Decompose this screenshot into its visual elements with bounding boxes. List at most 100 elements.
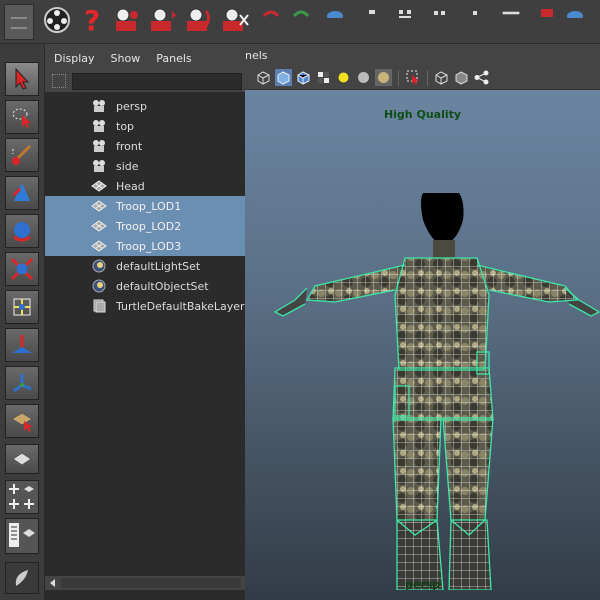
move-tool-button[interactable] <box>5 176 39 210</box>
key-icon[interactable] <box>364 8 382 18</box>
animation-move-icon[interactable] <box>146 4 180 36</box>
timeline-icon[interactable] <box>502 8 520 18</box>
outliner-item-turtle-bake-layer[interactable]: TurtleDefaultBakeLayer <box>45 296 245 316</box>
rotate-icon <box>13 222 31 242</box>
key-multi-icon[interactable] <box>398 8 416 18</box>
record-icon[interactable] <box>538 8 556 18</box>
outliner-item-default-light-set[interactable]: defaultLightSet <box>45 256 245 276</box>
manipulator-icon <box>13 298 31 316</box>
toolbar-separator <box>398 70 399 86</box>
animation-tool-icon[interactable] <box>110 4 144 36</box>
xray-cube-icon[interactable] <box>433 69 450 86</box>
camera-icon <box>91 159 107 173</box>
mesh-icon <box>91 199 107 213</box>
outliner-menubar: Display Show Panels <box>45 44 245 72</box>
outliner-item-label: Troop_LOD3 <box>116 239 182 253</box>
outliner-item-label: TurtleDefaultBakeLayer <box>116 299 245 313</box>
high-quality-icon[interactable] <box>375 69 392 86</box>
shelf-menu-handle[interactable] <box>4 4 34 40</box>
playblast-icon[interactable] <box>40 4 74 36</box>
set-icon <box>91 259 107 273</box>
outliner-item-label: Troop_LOD1 <box>116 199 182 213</box>
toolbox <box>0 44 45 600</box>
character-model[interactable] <box>245 90 600 590</box>
menu-display[interactable]: Display <box>54 52 95 65</box>
last-tool-icon <box>11 412 33 432</box>
rotate-tool-button[interactable] <box>5 214 39 248</box>
key-single-icon[interactable] <box>466 8 484 18</box>
select-arrow-icon <box>15 67 30 90</box>
outliner-item-label: Troop_LOD2 <box>116 219 182 233</box>
single-pane-layout-button[interactable] <box>5 444 39 474</box>
mesh-icon <box>91 239 107 253</box>
outliner-filter-bar <box>45 72 245 92</box>
shadows-icon[interactable] <box>355 69 372 86</box>
last-used-tool-button[interactable] <box>5 404 39 438</box>
filter-lock-icon[interactable] <box>52 74 66 88</box>
sphere-small-icon[interactable] <box>326 8 344 18</box>
lasso-tool-button[interactable] <box>5 100 39 134</box>
tool-settings-button[interactable] <box>5 562 39 594</box>
outliner-item-persp[interactable]: persp <box>45 96 245 116</box>
help-icon[interactable]: ? <box>76 4 110 36</box>
outliner-list: persp top front side Head Troop_LOD1 Tro… <box>45 96 245 316</box>
outliner-item-troop-lod1[interactable]: Troop_LOD1 <box>45 196 245 216</box>
outliner-item-label: persp <box>116 99 147 113</box>
toolbar-separator <box>427 70 428 86</box>
key-pair-icon[interactable] <box>432 8 450 18</box>
outliner-horizontal-scrollbar[interactable] <box>45 576 245 590</box>
paint-brush-icon <box>12 144 32 165</box>
four-view-icon <box>9 484 34 509</box>
curve-red-icon[interactable] <box>262 8 280 18</box>
camera-icon <box>91 119 107 133</box>
outliner-item-troop-lod3[interactable]: Troop_LOD3 <box>45 236 245 256</box>
outliner-view-icon <box>9 523 35 547</box>
outliner-item-troop-lod2[interactable]: Troop_LOD2 <box>45 216 245 236</box>
scroll-left-icon[interactable] <box>50 579 55 587</box>
grid-plane-icon <box>12 452 32 466</box>
lighting-icon[interactable] <box>335 69 352 86</box>
outliner-item-front[interactable]: front <box>45 136 245 156</box>
set-icon <box>91 279 107 293</box>
viewport-toolbar <box>245 66 600 90</box>
lasso-icon <box>12 108 31 128</box>
isolate-select-icon[interactable] <box>405 69 422 86</box>
smooth-shade-cube-icon[interactable] <box>275 69 292 86</box>
viewport-camera-label: persp <box>404 578 441 591</box>
camera-icon <box>91 99 107 113</box>
shelf: ? <box>0 0 600 44</box>
menu-panels[interactable]: Panels <box>156 52 191 65</box>
wireframe-cube-icon[interactable] <box>255 69 272 86</box>
feather-icon <box>15 570 28 586</box>
soft-mod-icon <box>12 335 32 353</box>
xray-joints-icon[interactable] <box>453 69 470 86</box>
share-graph-icon[interactable] <box>473 69 490 86</box>
soft-mod-tool-button[interactable] <box>5 328 39 362</box>
curve-green-icon[interactable] <box>292 8 310 18</box>
paint-select-tool-button[interactable] <box>5 138 39 172</box>
outliner-item-side[interactable]: side <box>45 156 245 176</box>
animation-clear-icon[interactable] <box>218 4 252 36</box>
menu-panels-partial[interactable]: nels <box>245 49 268 62</box>
four-pane-layout-button[interactable] <box>5 480 39 514</box>
scale-tool-button[interactable] <box>5 252 39 286</box>
sphere-blue-icon[interactable] <box>566 8 584 18</box>
select-tool-button[interactable] <box>5 62 39 96</box>
manipulator-tool-button[interactable] <box>5 290 39 324</box>
outliner-item-label: Head <box>116 179 145 193</box>
wireframe-on-shaded-icon[interactable] <box>295 69 312 86</box>
outliner-item-default-object-set[interactable]: defaultObjectSet <box>45 276 245 296</box>
scale-icon <box>10 257 34 281</box>
outliner-search-input[interactable] <box>72 73 242 90</box>
mesh-icon <box>91 179 107 193</box>
animation-curve-icon[interactable] <box>182 4 216 36</box>
viewport-menubar: nels <box>245 44 600 66</box>
textured-icon[interactable] <box>315 69 332 86</box>
menu-show[interactable]: Show <box>111 52 141 65</box>
outliner-layout-button[interactable] <box>5 518 39 554</box>
scroll-track[interactable] <box>61 578 241 588</box>
show-manipulator-tool-button[interactable] <box>5 366 39 400</box>
outliner-item-head[interactable]: Head <box>45 176 245 196</box>
viewport-panel[interactable]: nels High Quality persp <box>245 44 600 600</box>
outliner-item-top[interactable]: top <box>45 116 245 136</box>
